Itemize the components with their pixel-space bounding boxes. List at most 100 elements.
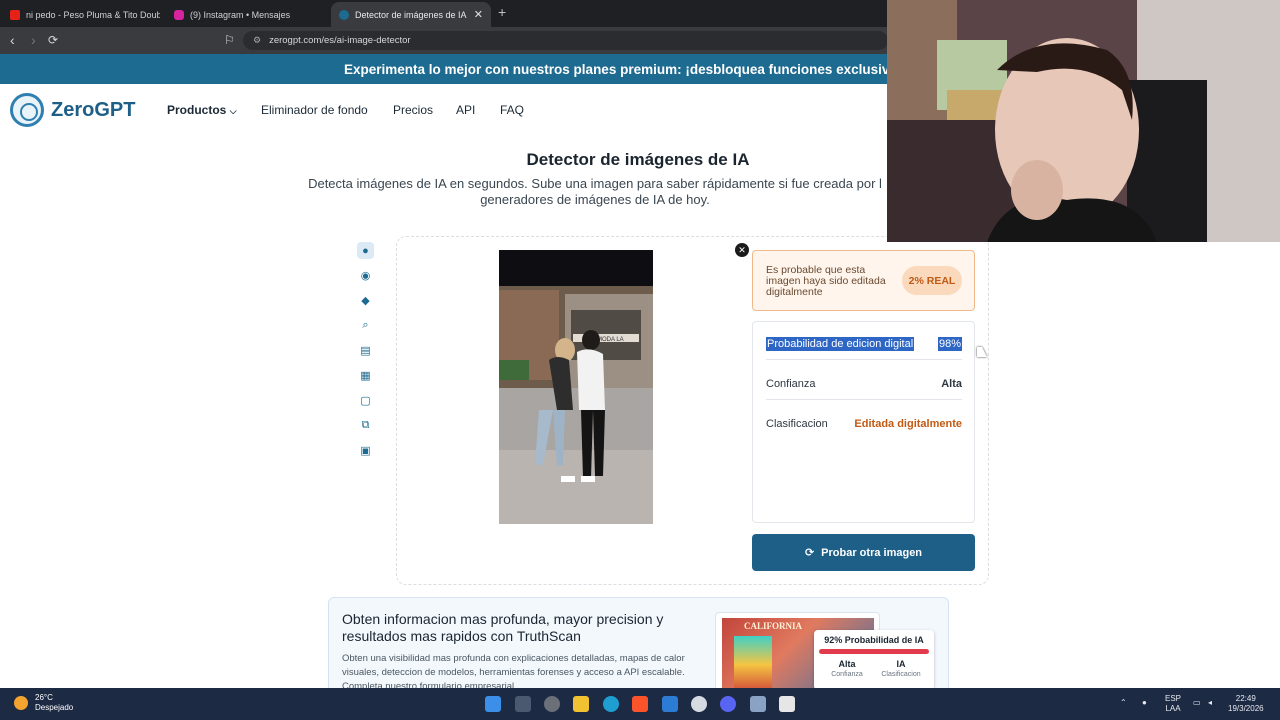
clock-time: 22:49 [1235, 694, 1256, 703]
badge-title: 92% Probabilidad de IA [824, 635, 924, 645]
truthscan-title: Obten informacion mas profunda, mayor pr… [342, 611, 664, 644]
heatmap-face [734, 636, 772, 688]
badge-class-value: IA [896, 659, 906, 669]
premium-banner-text: Experimenta lo mejor con nuestros planes… [344, 61, 916, 77]
sun-icon [14, 696, 28, 710]
clock-date: 19/3/2026 [1228, 704, 1264, 713]
try-another-image-button[interactable]: ⟳ Probar otra imagen [752, 534, 975, 571]
nav-eliminador[interactable]: Eliminador de fondo [261, 103, 368, 117]
tab-instagram[interactable]: (9) Instagram • Mensajes [166, 2, 324, 27]
photo-svg: MODA LA [499, 250, 653, 524]
tab-label: ni pedo - Peso Pluma & Tito Double [26, 9, 160, 20]
stat-value: Alta [941, 378, 962, 390]
grid-tool-icon[interactable]: ▦ [357, 367, 374, 384]
windows-taskbar: 26°C Despejado ⌃ ● ESP LAA ▭ ◂ 22:49 19/… [0, 688, 1280, 720]
language-code: ESP [1165, 694, 1182, 703]
site-info-icon[interactable]: ⚙ [253, 35, 261, 46]
webcam-overlay [887, 0, 1280, 242]
real-percent-badge: 2% REAL [902, 266, 962, 295]
store-sign: MODA LA [597, 337, 624, 343]
brain-logo-icon [10, 93, 44, 127]
probability-bar [819, 649, 929, 654]
nav-faq[interactable]: FAQ [500, 103, 524, 117]
stat-label: Confianza [766, 378, 816, 390]
zerogpt-logo[interactable]: ZeroGPT [10, 93, 135, 127]
language-indicator[interactable]: ESP LAA [1165, 694, 1181, 714]
stat-row-probability: Probabilidad de edicion digital 98% [766, 334, 962, 354]
file-tool-icon[interactable]: ▢ [357, 392, 374, 409]
windows-start-icon[interactable] [485, 696, 501, 712]
clock[interactable]: 22:49 19/3/2026 [1228, 694, 1264, 714]
weather-condition: Despejado [35, 703, 74, 712]
nav-precios[interactable]: Precios [393, 103, 433, 117]
mouse-cursor [977, 347, 987, 357]
screen: ni pedo - Peso Pluma & Tito Double (9) I… [0, 0, 1280, 720]
forward-icon[interactable]: › [31, 32, 36, 48]
stat-row-confidence: Confianza Alta [766, 374, 962, 394]
calculator-icon[interactable] [750, 696, 766, 712]
translate-tool-icon[interactable]: ⧉ [357, 417, 374, 434]
keyboard-layout: LAA [1165, 704, 1181, 713]
book-tool-icon[interactable]: ▣ [357, 442, 374, 459]
badge-confidence-label: Confianza [831, 671, 863, 678]
tab-ai-detector[interactable]: Detector de imágenes de IA - De ✕ [331, 2, 491, 27]
stat-label: Probabilidad de edicion digital [766, 337, 915, 351]
robot-tool-icon[interactable]: ◆ [357, 292, 374, 309]
task-view-icon[interactable] [515, 696, 531, 712]
page-subtitle: Detecta imágenes de IA en segundos. Sube… [300, 176, 890, 208]
app-icon[interactable] [779, 696, 795, 712]
brave-icon[interactable] [632, 696, 648, 712]
verdict-box: Es probable que esta imagen haya sido ed… [752, 250, 975, 311]
youtube-icon [10, 9, 20, 20]
nav-productos[interactable]: Productos ⌵ [167, 103, 237, 117]
microphone-icon[interactable]: ● [1142, 698, 1147, 708]
zerogpt-favicon-icon [339, 9, 349, 20]
document-tool-icon[interactable]: ▤ [357, 342, 374, 359]
url-text: zerogpt.com/es/ai-image-detector [269, 35, 411, 46]
ai-probability-badge: 92% Probabilidad de IA Alta Confianza IA… [814, 630, 934, 690]
vscode-icon[interactable] [662, 696, 678, 712]
back-icon[interactable]: ‹ [10, 32, 15, 48]
uploaded-photo: MODA LA [499, 250, 653, 524]
bookmark-icon[interactable]: ⚐ [224, 33, 235, 47]
steam-like-icon[interactable] [544, 696, 560, 712]
chevron-down-icon: ⌵ [229, 106, 237, 116]
stat-value: Editada digitalmente [854, 418, 962, 430]
logo-text: ZeroGPT [51, 98, 136, 121]
reload-icon[interactable]: ⟳ [48, 33, 58, 47]
head-tool-icon[interactable]: ◉ [357, 267, 374, 284]
volume-icon[interactable]: ◂ [1208, 698, 1212, 708]
stat-value: 98% [937, 337, 962, 351]
verdict-text: Es probable que esta imagen haya sido ed… [766, 264, 886, 298]
truthscan-promo[interactable]: Obten informacion mas profunda, mayor pr… [328, 597, 949, 697]
nav-api[interactable]: API [456, 103, 475, 117]
subtitle-line-2: generadores de imágenes de IA de hoy. [480, 192, 710, 207]
tab-youtube[interactable]: ni pedo - Peso Pluma & Tito Double [2, 2, 160, 27]
close-tab-icon[interactable]: ✕ [474, 8, 483, 21]
stat-label: Clasificacion [766, 418, 828, 430]
address-bar[interactable]: ⚙ zerogpt.com/es/ai-image-detector [243, 31, 888, 50]
truthscan-preview: CALIFORNIA 92% Probabilidad de IA Alta C… [715, 612, 934, 696]
network-icon[interactable]: ▭ [1193, 698, 1201, 708]
divider [766, 359, 962, 360]
cta-label: Probar otra imagen [821, 546, 923, 559]
license-label: CALIFORNIA [744, 621, 803, 631]
weather-widget[interactable]: 26°C Despejado [14, 693, 73, 713]
subtitle-line-1: Detecta imágenes de IA en segundos. Sube… [308, 176, 882, 191]
badge-class-label: Clasificacion [881, 671, 921, 678]
discord-icon[interactable] [720, 696, 736, 712]
file-explorer-icon[interactable] [573, 696, 589, 712]
instagram-icon [174, 9, 184, 20]
result-stats: Probabilidad de edicion digital 98% Conf… [752, 321, 975, 523]
search-doc-tool-icon[interactable]: ⌕ [357, 317, 374, 334]
nav-label: Productos [167, 103, 227, 117]
obs-icon[interactable] [691, 696, 707, 712]
brain-tool-icon[interactable]: ● [357, 242, 374, 259]
edge-icon[interactable] [603, 696, 619, 712]
tab-label: Detector de imágenes de IA - De [355, 9, 467, 20]
stat-row-classification: Clasificacion Editada digitalmente [766, 414, 962, 434]
remove-image-button[interactable]: ✕ [735, 243, 749, 257]
new-tab-button[interactable]: + [498, 4, 506, 20]
badge-confidence-value: Alta [838, 659, 856, 669]
tray-chevron-icon[interactable]: ⌃ [1120, 698, 1127, 708]
